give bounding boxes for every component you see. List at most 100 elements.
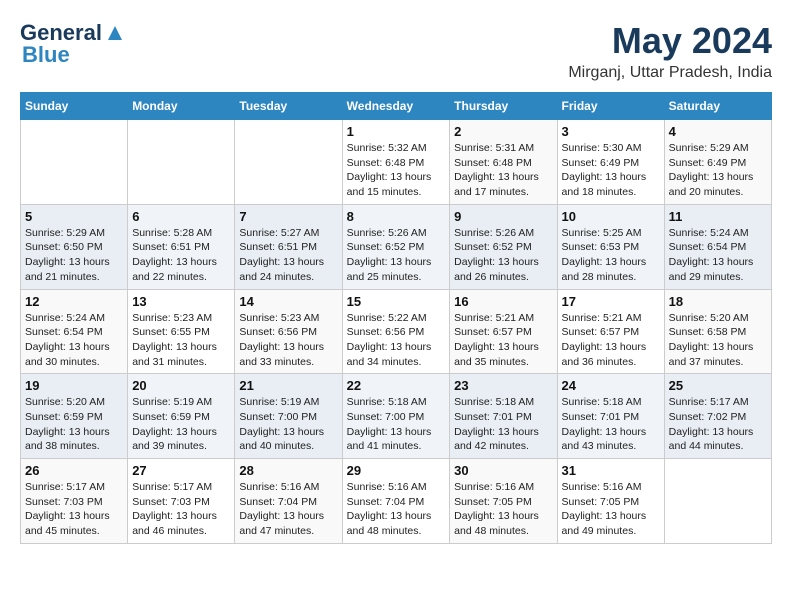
day-info: Sunrise: 5:18 AM Sunset: 7:01 PM Dayligh…	[562, 395, 660, 454]
calendar-cell: 21 Sunrise: 5:19 AM Sunset: 7:00 PM Dayli…	[235, 374, 342, 459]
logo: General Blue	[20, 20, 126, 68]
calendar-cell	[128, 120, 235, 205]
calendar-cell: 9Sunrise: 5:26 AM Sunset: 6:52 PM Daylig…	[450, 204, 557, 289]
weekday-header: Wednesday	[342, 93, 450, 120]
day-number: 15	[347, 294, 446, 309]
day-number: 27	[132, 463, 230, 478]
day-number: 1	[347, 124, 446, 139]
calendar-cell: 15 Sunrise: 5:22 AM Sunset: 6:56 PM Dayli…	[342, 289, 450, 374]
calendar-location: Mirganj, Uttar Pradesh, India	[568, 64, 772, 82]
day-number: 20	[132, 378, 230, 393]
logo-icon	[104, 22, 126, 44]
day-number: 18	[669, 294, 767, 309]
day-info: Sunrise: 5:23 AM Sunset: 6:56 PM Dayligh…	[239, 311, 337, 370]
calendar-cell: 16 Sunrise: 5:21 AM Sunset: 6:57 PM Dayli…	[450, 289, 557, 374]
calendar-cell: 1 Sunrise: 5:32 AM Sunset: 6:48 PM Daylig…	[342, 120, 450, 205]
day-number: 6	[132, 209, 230, 224]
calendar-cell: 6 Sunrise: 5:28 AM Sunset: 6:51 PM Daylig…	[128, 204, 235, 289]
calendar-week-row: 1 Sunrise: 5:32 AM Sunset: 6:48 PM Daylig…	[21, 120, 772, 205]
day-info: Sunrise: 5:16 AM Sunset: 7:04 PM Dayligh…	[347, 480, 446, 539]
weekday-header: Tuesday	[235, 93, 342, 120]
day-info: Sunrise: 5:16 AM Sunset: 7:05 PM Dayligh…	[454, 480, 552, 539]
weekday-header: Sunday	[21, 93, 128, 120]
day-info: Sunrise: 5:26 AM Sunset: 6:52 PM Dayligh…	[347, 226, 446, 285]
day-info: Sunrise: 5:21 AM Sunset: 6:57 PM Dayligh…	[454, 311, 552, 370]
day-number: 22	[347, 378, 446, 393]
logo-blue: Blue	[22, 42, 70, 68]
day-info: Sunrise: 5:26 AM Sunset: 6:52 PM Dayligh…	[454, 226, 552, 285]
day-number: 5	[25, 209, 123, 224]
calendar-cell	[664, 459, 771, 544]
calendar-cell: 2 Sunrise: 5:31 AM Sunset: 6:48 PM Daylig…	[450, 120, 557, 205]
calendar-cell: 28 Sunrise: 5:16 AM Sunset: 7:04 PM Dayli…	[235, 459, 342, 544]
calendar-cell: 17 Sunrise: 5:21 AM Sunset: 6:57 PM Dayli…	[557, 289, 664, 374]
calendar-title: May 2024	[568, 20, 772, 62]
day-info: Sunrise: 5:31 AM Sunset: 6:48 PM Dayligh…	[454, 141, 552, 200]
day-number: 13	[132, 294, 230, 309]
day-info: Sunrise: 5:24 AM Sunset: 6:54 PM Dayligh…	[669, 226, 767, 285]
day-info: Sunrise: 5:29 AM Sunset: 6:49 PM Dayligh…	[669, 141, 767, 200]
day-info: Sunrise: 5:23 AM Sunset: 6:55 PM Dayligh…	[132, 311, 230, 370]
calendar-week-row: 12Sunrise: 5:24 AM Sunset: 6:54 PM Dayli…	[21, 289, 772, 374]
day-info: Sunrise: 5:16 AM Sunset: 7:04 PM Dayligh…	[239, 480, 337, 539]
calendar-cell	[21, 120, 128, 205]
calendar-cell: 7Sunrise: 5:27 AM Sunset: 6:51 PM Daylig…	[235, 204, 342, 289]
day-info: Sunrise: 5:21 AM Sunset: 6:57 PM Dayligh…	[562, 311, 660, 370]
calendar-cell: 27 Sunrise: 5:17 AM Sunset: 7:03 PM Dayli…	[128, 459, 235, 544]
day-number: 28	[239, 463, 337, 478]
weekday-header: Monday	[128, 93, 235, 120]
weekday-header: Thursday	[450, 93, 557, 120]
day-number: 30	[454, 463, 552, 478]
day-info: Sunrise: 5:30 AM Sunset: 6:49 PM Dayligh…	[562, 141, 660, 200]
calendar-week-row: 26 Sunrise: 5:17 AM Sunset: 7:03 PM Dayli…	[21, 459, 772, 544]
day-number: 11	[669, 209, 767, 224]
calendar-cell: 4Sunrise: 5:29 AM Sunset: 6:49 PM Daylig…	[664, 120, 771, 205]
day-info: Sunrise: 5:17 AM Sunset: 7:03 PM Dayligh…	[132, 480, 230, 539]
day-number: 21	[239, 378, 337, 393]
calendar-cell: 10 Sunrise: 5:25 AM Sunset: 6:53 PM Dayli…	[557, 204, 664, 289]
day-number: 31	[562, 463, 660, 478]
day-info: Sunrise: 5:20 AM Sunset: 6:58 PM Dayligh…	[669, 311, 767, 370]
day-number: 14	[239, 294, 337, 309]
day-info: Sunrise: 5:28 AM Sunset: 6:51 PM Dayligh…	[132, 226, 230, 285]
calendar-cell: 5 Sunrise: 5:29 AM Sunset: 6:50 PM Daylig…	[21, 204, 128, 289]
title-block: May 2024 Mirganj, Uttar Pradesh, India	[568, 20, 772, 82]
calendar-table: SundayMondayTuesdayWednesdayThursdayFrid…	[20, 92, 772, 544]
day-number: 17	[562, 294, 660, 309]
calendar-cell: 14 Sunrise: 5:23 AM Sunset: 6:56 PM Dayli…	[235, 289, 342, 374]
weekday-header: Saturday	[664, 93, 771, 120]
calendar-cell: 13 Sunrise: 5:23 AM Sunset: 6:55 PM Dayli…	[128, 289, 235, 374]
day-info: Sunrise: 5:25 AM Sunset: 6:53 PM Dayligh…	[562, 226, 660, 285]
day-info: Sunrise: 5:29 AM Sunset: 6:50 PM Dayligh…	[25, 226, 123, 285]
calendar-cell: 20 Sunrise: 5:19 AM Sunset: 6:59 PM Dayli…	[128, 374, 235, 459]
day-number: 29	[347, 463, 446, 478]
day-number: 2	[454, 124, 552, 139]
day-info: Sunrise: 5:18 AM Sunset: 7:00 PM Dayligh…	[347, 395, 446, 454]
day-number: 23	[454, 378, 552, 393]
day-number: 24	[562, 378, 660, 393]
calendar-cell: 19 Sunrise: 5:20 AM Sunset: 6:59 PM Dayli…	[21, 374, 128, 459]
day-info: Sunrise: 5:22 AM Sunset: 6:56 PM Dayligh…	[347, 311, 446, 370]
day-number: 19	[25, 378, 123, 393]
calendar-cell: 26 Sunrise: 5:17 AM Sunset: 7:03 PM Dayli…	[21, 459, 128, 544]
day-number: 10	[562, 209, 660, 224]
calendar-cell: 22 Sunrise: 5:18 AM Sunset: 7:00 PM Dayli…	[342, 374, 450, 459]
day-info: Sunrise: 5:19 AM Sunset: 6:59 PM Dayligh…	[132, 395, 230, 454]
day-number: 25	[669, 378, 767, 393]
day-number: 26	[25, 463, 123, 478]
day-info: Sunrise: 5:17 AM Sunset: 7:03 PM Dayligh…	[25, 480, 123, 539]
day-number: 8	[347, 209, 446, 224]
day-info: Sunrise: 5:20 AM Sunset: 6:59 PM Dayligh…	[25, 395, 123, 454]
calendar-cell	[235, 120, 342, 205]
day-number: 16	[454, 294, 552, 309]
day-info: Sunrise: 5:32 AM Sunset: 6:48 PM Dayligh…	[347, 141, 446, 200]
weekday-header: Friday	[557, 93, 664, 120]
weekday-header-row: SundayMondayTuesdayWednesdayThursdayFrid…	[21, 93, 772, 120]
calendar-cell: 11 Sunrise: 5:24 AM Sunset: 6:54 PM Dayli…	[664, 204, 771, 289]
calendar-cell: 8 Sunrise: 5:26 AM Sunset: 6:52 PM Daylig…	[342, 204, 450, 289]
calendar-cell: 12Sunrise: 5:24 AM Sunset: 6:54 PM Dayli…	[21, 289, 128, 374]
calendar-cell: 25Sunrise: 5:17 AM Sunset: 7:02 PM Dayli…	[664, 374, 771, 459]
day-info: Sunrise: 5:19 AM Sunset: 7:00 PM Dayligh…	[239, 395, 337, 454]
page-header: General Blue May 2024 Mirganj, Uttar Pra…	[20, 20, 772, 82]
day-number: 3	[562, 124, 660, 139]
